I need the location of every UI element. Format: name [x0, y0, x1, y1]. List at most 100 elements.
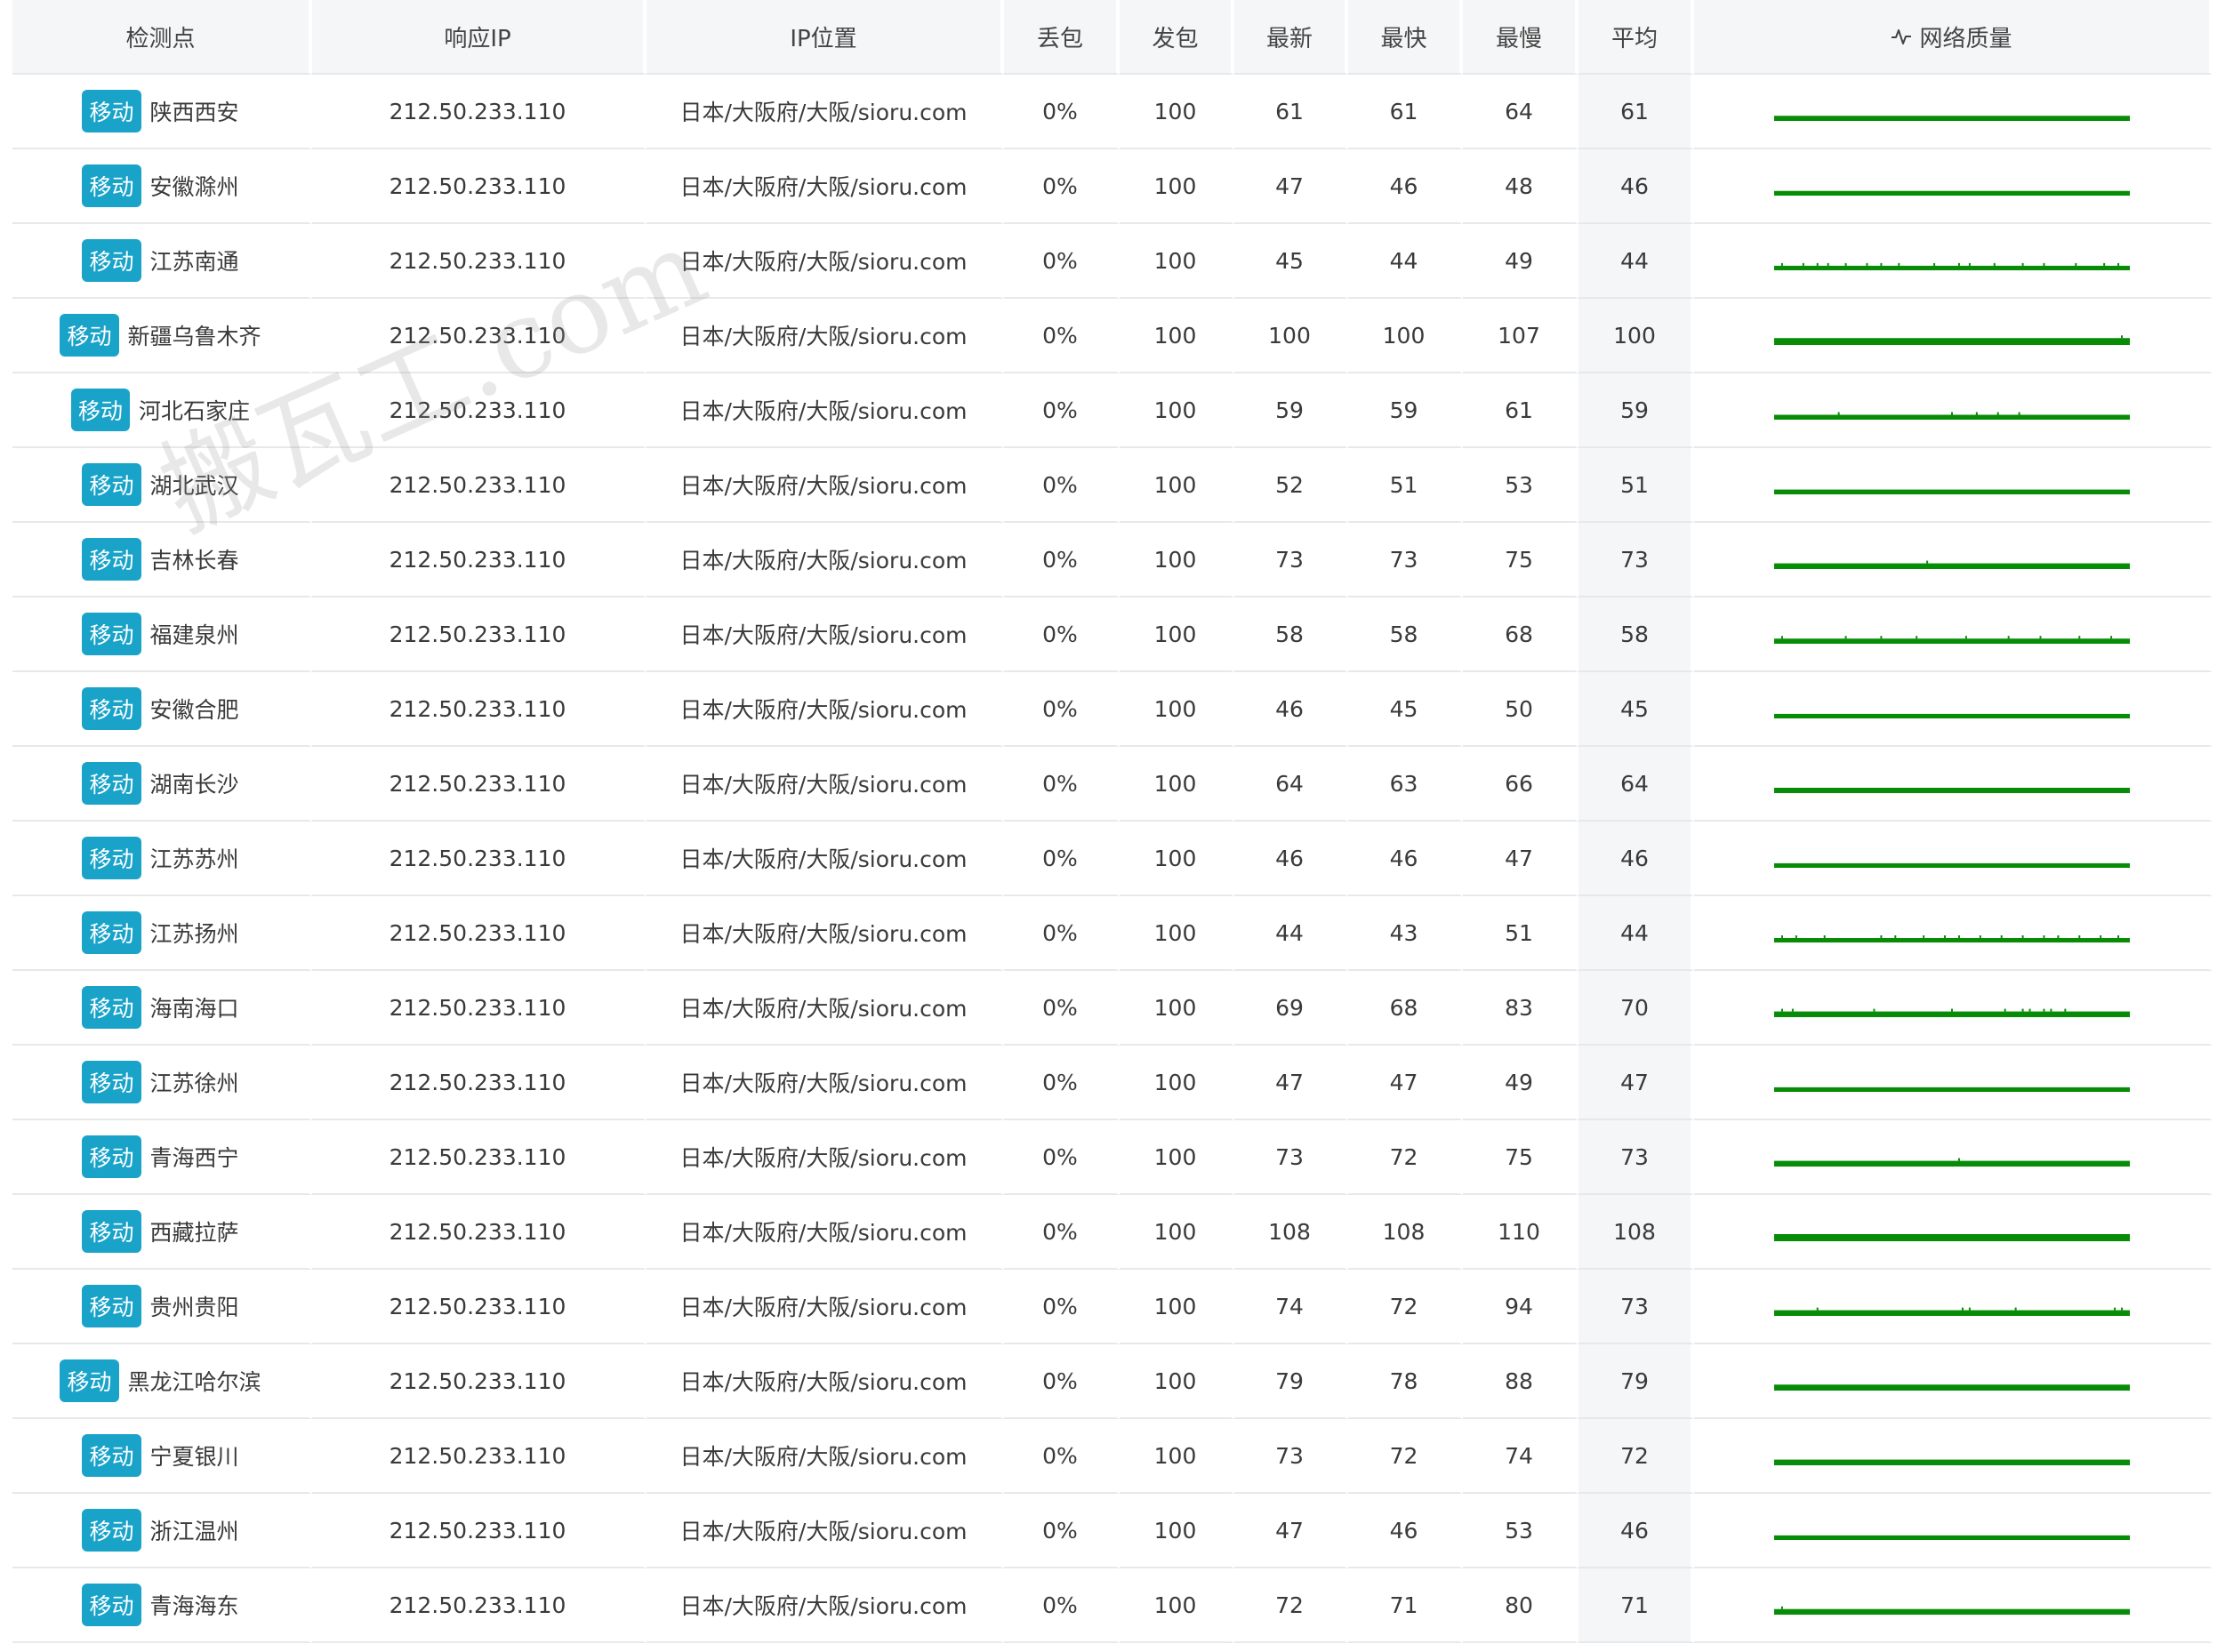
col-header-loss[interactable]: 丢包 — [1004, 0, 1120, 75]
location-cell: 日本/大阪府/大阪/sioru.com — [647, 1120, 1004, 1195]
table-row[interactable]: 移动 湖北武汉 212.50.233.110 日本/大阪府/大阪/sioru.com 0… — [12, 448, 2213, 523]
table-row[interactable]: 移动 江苏南通 212.50.233.110 日本/大阪府/大阪/sioru.com 0… — [12, 224, 2213, 299]
latest-cell: 72 — [1234, 1568, 1348, 1643]
loss-cell: 0% — [1004, 149, 1120, 224]
table-row[interactable]: 移动 黑龙江哈尔滨 212.50.233.110 日本/大阪府/大阪/sioru.co… — [12, 1344, 2213, 1419]
quality-spike — [1844, 636, 1847, 639]
quality-cell[interactable] — [1694, 1120, 2213, 1195]
quality-cell[interactable] — [1694, 149, 2213, 224]
avg-cell: 61 — [1578, 75, 1694, 149]
ip-cell: 212.50.233.110 — [312, 1195, 647, 1270]
quality-spike — [2049, 1008, 2052, 1012]
table-row[interactable]: 移动 青海海东 212.50.233.110 日本/大阪府/大阪/sioru.com 0… — [12, 1568, 2213, 1643]
quality-cell[interactable] — [1694, 75, 2213, 149]
location-cell: 日本/大阪府/大阪/sioru.com — [647, 672, 1004, 747]
node-cell: 移动 新疆乌鲁木齐 — [12, 299, 312, 373]
loss-cell: 0% — [1004, 224, 1120, 299]
sent-cell: 100 — [1120, 1120, 1234, 1195]
quality-cell[interactable] — [1694, 299, 2213, 373]
header-row: 检测点 响应IP IP位置 丢包 发包 最新 最快 最慢 平均 网络质量 — [12, 0, 2213, 75]
table-row[interactable]: 移动 青海西宁 212.50.233.110 日本/大阪府/大阪/sioru.com 0… — [12, 1120, 2213, 1195]
table-row[interactable]: 移动 福建泉州 212.50.233.110 日本/大阪府/大阪/sioru.com 0… — [12, 597, 2213, 672]
node-cell: 移动 湖南长沙 — [12, 747, 312, 822]
quality-cell[interactable] — [1694, 747, 2213, 822]
quality-spike — [2018, 412, 2020, 415]
quality-cell[interactable] — [1694, 1344, 2213, 1419]
quality-cell[interactable] — [1694, 971, 2213, 1046]
node-name: 江苏苏州 — [149, 846, 239, 872]
table-row[interactable]: 移动 贵州贵阳 212.50.233.110 日本/大阪府/大阪/sioru.com 0… — [12, 1270, 2213, 1344]
table-row[interactable]: 移动 江苏扬州 212.50.233.110 日本/大阪府/大阪/sioru.com 0… — [12, 896, 2213, 971]
node-name: 西藏拉萨 — [149, 1220, 239, 1246]
col-header-slowest[interactable]: 最慢 — [1463, 0, 1578, 75]
table-row[interactable]: 移动 新疆乌鲁木齐 212.50.233.110 日本/大阪府/大阪/sioru.co… — [12, 299, 2213, 373]
quality-baseline — [1773, 1160, 2130, 1167]
quality-cell[interactable] — [1694, 1419, 2213, 1494]
avg-cell: 46 — [1578, 822, 1694, 896]
quality-cell[interactable] — [1694, 1046, 2213, 1120]
col-header-quality[interactable]: 网络质量 — [1694, 0, 2213, 75]
loss-cell: 0% — [1004, 896, 1120, 971]
slowest-cell: 50 — [1463, 672, 1578, 747]
col-header-location[interactable]: IP位置 — [647, 0, 1004, 75]
table-row[interactable]: 移动 浙江温州 212.50.233.110 日本/大阪府/大阪/sioru.com 0… — [12, 1494, 2213, 1568]
slowest-cell: 110 — [1463, 1195, 1578, 1270]
col-header-ip[interactable]: 响应IP — [312, 0, 647, 75]
table-row[interactable]: 移动 吉林长春 212.50.233.110 日本/大阪府/大阪/sioru.com 0… — [12, 523, 2213, 597]
quality-cell[interactable] — [1694, 523, 2213, 597]
quality-cell[interactable] — [1694, 597, 2213, 672]
table-row[interactable]: 移动 西藏拉萨 212.50.233.110 日本/大阪府/大阪/sioru.com 0… — [12, 1195, 2213, 1270]
slowest-cell: 88 — [1463, 1344, 1578, 1419]
quality-sparkline — [1773, 713, 2130, 718]
quality-cell[interactable] — [1694, 1270, 2213, 1344]
quality-baseline — [1773, 563, 2130, 569]
table-row[interactable]: 移动 安徽合肥 212.50.233.110 日本/大阪府/大阪/sioru.com 0… — [12, 672, 2213, 747]
table-row[interactable]: 移动 河北石家庄 212.50.233.110 日本/大阪府/大阪/sioru.com… — [12, 373, 2213, 448]
quality-cell[interactable] — [1694, 672, 2213, 747]
avg-cell: 72 — [1578, 1419, 1694, 1494]
quality-cell[interactable] — [1694, 896, 2213, 971]
quality-spike — [2113, 1307, 2116, 1311]
avg-cell: 45 — [1578, 672, 1694, 747]
quality-spike — [2021, 935, 2024, 938]
col-header-fastest[interactable]: 最快 — [1348, 0, 1463, 75]
table-row[interactable]: 移动 湖南长沙 212.50.233.110 日本/大阪府/大阪/sioru.com 0… — [12, 747, 2213, 822]
quality-cell[interactable] — [1694, 373, 2213, 448]
quality-cell[interactable] — [1694, 224, 2213, 299]
fastest-cell: 73 — [1348, 523, 1463, 597]
quality-spike — [2021, 262, 2024, 266]
col-header-latest[interactable]: 最新 — [1234, 0, 1348, 75]
node-cell: 移动 黑龙江哈尔滨 — [12, 1344, 312, 1419]
table-row[interactable]: 移动 江苏苏州 212.50.233.110 日本/大阪府/大阪/sioru.com 0… — [12, 822, 2213, 896]
quality-cell[interactable] — [1694, 448, 2213, 523]
slowest-cell: 68 — [1463, 597, 1578, 672]
node-cell: 移动 江苏南通 — [12, 224, 312, 299]
fastest-cell: 44 — [1348, 224, 1463, 299]
col-header-sent[interactable]: 发包 — [1120, 0, 1234, 75]
ip-cell: 212.50.233.110 — [312, 523, 647, 597]
table-row[interactable]: 移动 陕西西安 212.50.233.110 日本/大阪府/大阪/sioru.com 0… — [12, 75, 2213, 149]
quality-baseline — [1773, 938, 2130, 942]
quality-spike — [2077, 935, 2080, 938]
slowest-cell: 61 — [1463, 373, 1578, 448]
avg-cell: 73 — [1578, 523, 1694, 597]
quality-cell[interactable] — [1694, 1494, 2213, 1568]
location-cell: 日本/大阪府/大阪/sioru.com — [647, 373, 1004, 448]
table-row[interactable]: 移动 宁夏银川 212.50.233.110 日本/大阪府/大阪/sioru.com 0… — [12, 1419, 2213, 1494]
col-header-node[interactable]: 检测点 — [12, 0, 312, 75]
table-row[interactable]: 移动 江苏徐州 212.50.233.110 日本/大阪府/大阪/sioru.com 0… — [12, 1046, 2213, 1120]
quality-cell[interactable] — [1694, 822, 2213, 896]
avg-cell: 51 — [1578, 448, 1694, 523]
quality-spike — [2117, 262, 2119, 266]
sent-cell: 100 — [1120, 373, 1234, 448]
quality-sparkline — [1773, 262, 2130, 270]
table-row[interactable]: 移动 海南海口 212.50.233.110 日本/大阪府/大阪/sioru.com 0… — [12, 971, 2213, 1046]
latest-cell: 73 — [1234, 523, 1348, 597]
quality-cell[interactable] — [1694, 1195, 2213, 1270]
table-row[interactable]: 移动 安徽滁州 212.50.233.110 日本/大阪府/大阪/sioru.com 0… — [12, 149, 2213, 224]
quality-spike — [2120, 335, 2123, 339]
latest-cell: 79 — [1234, 1344, 1348, 1419]
col-header-avg[interactable]: 平均 — [1578, 0, 1694, 75]
sent-cell: 100 — [1120, 672, 1234, 747]
quality-cell[interactable] — [1694, 1568, 2213, 1643]
